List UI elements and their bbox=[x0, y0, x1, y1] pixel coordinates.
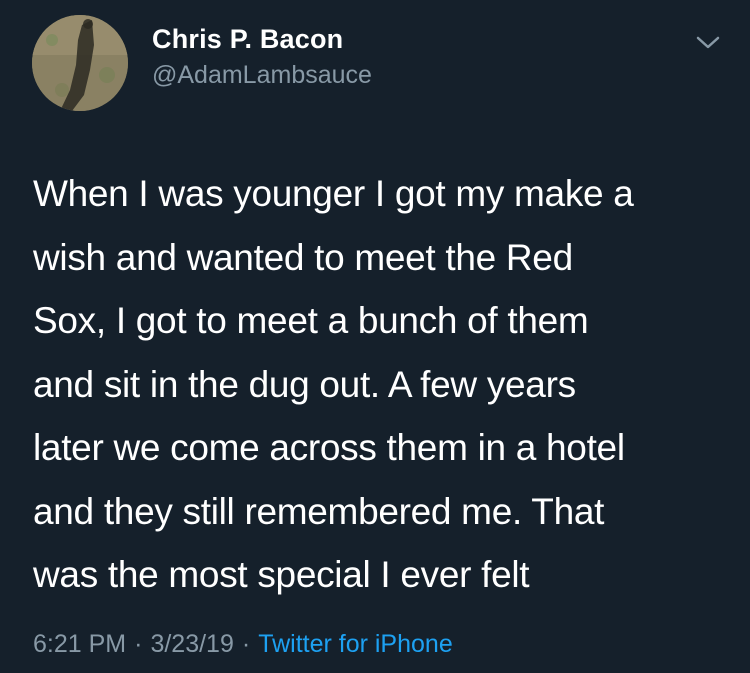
tweet-card: Chris P. Bacon @AdamLambsauce When I was… bbox=[0, 0, 750, 673]
chevron-down-icon[interactable] bbox=[692, 30, 724, 54]
tweet-text-line: was the most special I ever felt bbox=[33, 554, 530, 595]
avatar[interactable] bbox=[32, 15, 128, 111]
user-handle[interactable]: @AdamLambsauce bbox=[152, 61, 372, 90]
tweet-text-line: Sox, I got to meet a bunch of them bbox=[33, 300, 589, 341]
avatar-image bbox=[32, 15, 128, 111]
tweet-text-line: later we come across them in a hotel bbox=[33, 427, 625, 468]
tweet-text-line: When I was younger I got my make a bbox=[33, 173, 634, 214]
tweet-date[interactable]: 3/23/19 bbox=[150, 630, 233, 658]
tweet-source-link[interactable]: Twitter for iPhone bbox=[258, 630, 453, 658]
tweet-time[interactable]: 6:21 PM bbox=[33, 630, 126, 658]
tweet-text-line: and they still remembered me. That bbox=[33, 490, 605, 532]
tweet-text: When I was younger I got my make a wish … bbox=[33, 162, 723, 607]
meta-separator: · bbox=[241, 630, 251, 658]
tweet-text-line: and sit in the dug out. A few years bbox=[33, 363, 576, 405]
tweet-text-line: wish and wanted to meet the Red bbox=[33, 236, 573, 278]
meta-separator: · bbox=[134, 630, 143, 658]
display-name[interactable]: Chris P. Bacon bbox=[152, 24, 343, 55]
tweet-metadata: 6:21 PM · 3/23/19 · Twitter for iPhone bbox=[33, 630, 453, 659]
